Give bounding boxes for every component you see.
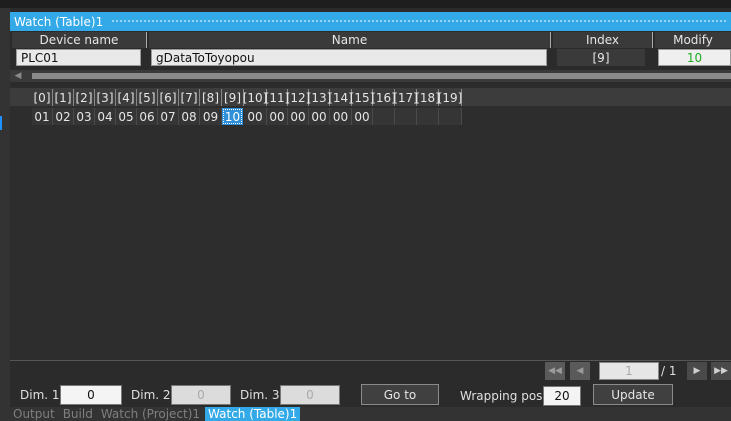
scrollbar-thumb[interactable] (32, 73, 731, 79)
tab-watch-table[interactable]: Watch (Table)1 (205, 407, 301, 421)
array-value-6[interactable]: 07 (158, 108, 179, 125)
left-margin (0, 8, 10, 421)
update-button[interactable]: Update (593, 384, 673, 405)
array-index-13: [13] (306, 89, 332, 106)
array-index-19: [19] (437, 89, 463, 106)
first-page-icon[interactable]: ◀◀ (545, 362, 565, 380)
array-value-1[interactable]: 02 (53, 108, 74, 125)
panel-title-bar[interactable]: Watch (Table)1 (10, 12, 731, 31)
array-index-1: [1] (53, 89, 74, 106)
array-index-8: [8] (200, 89, 222, 106)
array-index-7: [7] (179, 89, 200, 106)
col-name[interactable]: Name (149, 32, 551, 48)
modify-field[interactable]: 10 (658, 49, 731, 66)
array-value-9[interactable]: 10 (222, 108, 243, 125)
array-index-6: [6] (158, 89, 179, 106)
array-value-8[interactable]: 09 (200, 108, 222, 125)
last-page-icon[interactable]: ▶▶ (711, 362, 731, 380)
page-number-input[interactable] (599, 362, 659, 380)
array-value-19[interactable] (439, 108, 462, 125)
index-field: [9] (557, 49, 645, 66)
page-total: / 1 (661, 364, 677, 378)
array-index-16: [16] (371, 89, 396, 106)
top-border (0, 0, 731, 8)
prev-page-icon[interactable]: ◀ (570, 362, 590, 380)
variable-name-field[interactable]: gDataToToyopou (151, 49, 547, 66)
array-index-3: [3] (95, 89, 116, 106)
array-value-18[interactable] (417, 108, 439, 125)
array-value-7[interactable]: 08 (179, 108, 200, 125)
array-value-2[interactable]: 03 (74, 108, 95, 125)
device-name-field[interactable]: PLC01 (16, 49, 141, 66)
next-page-icon[interactable]: ▶ (687, 362, 707, 380)
array-value-4[interactable]: 05 (116, 108, 137, 125)
array-value-13[interactable]: 00 (309, 108, 330, 125)
array-index-15: [15] (349, 89, 375, 106)
tab-output[interactable]: Output (10, 407, 58, 421)
wrapping-pos-input[interactable] (543, 386, 581, 406)
array-index-0: [0] (32, 89, 53, 106)
array-value-5[interactable]: 06 (137, 108, 158, 125)
dim1-input[interactable] (60, 385, 122, 405)
array-index-2: [2] (74, 89, 95, 106)
array-index-5: [5] (137, 89, 158, 106)
array-value-12[interactable]: 00 (288, 108, 309, 125)
dim2-input[interactable] (171, 385, 231, 405)
col-index[interactable]: Index (553, 32, 653, 48)
array-value-3[interactable]: 04 (95, 108, 116, 125)
left-indicator (0, 116, 2, 130)
dim2-label: Dim. 2 (131, 388, 171, 402)
array-value-14[interactable]: 00 (330, 108, 352, 125)
array-value-0[interactable]: 01 (32, 108, 53, 125)
array-value-17[interactable] (395, 108, 417, 125)
tab-watch-project[interactable]: Watch (Project)1 (98, 407, 203, 421)
dim1-label: Dim. 1 (20, 388, 60, 402)
array-index-9: [9] (222, 89, 244, 106)
array-value-11[interactable]: 00 (267, 108, 288, 125)
title-grip (111, 19, 727, 24)
array-value-10[interactable]: 00 (244, 108, 267, 125)
tab-build[interactable]: Build (60, 407, 96, 421)
panel-title: Watch (Table)1 (14, 14, 104, 29)
dim3-input[interactable] (280, 385, 340, 405)
dim3-label: Dim. 3 (240, 388, 280, 402)
col-modify[interactable]: Modify (655, 32, 731, 48)
array-index-17: [17] (393, 89, 418, 106)
array-value-15[interactable]: 00 (352, 108, 373, 125)
bottom-tab-bar: Output Build Watch (Project)1 Watch (Tab… (10, 407, 731, 421)
array-index-18: [18] (415, 89, 440, 106)
array-index-10: [10] (242, 89, 268, 106)
go-to-button[interactable]: Go to (361, 384, 439, 405)
wrapping-pos-label: Wrapping pos. (460, 389, 547, 403)
col-device-name[interactable]: Device name (12, 32, 147, 48)
array-view-pane (10, 86, 731, 360)
array-index-4: [4] (116, 89, 137, 106)
array-index-14: [14] (328, 89, 353, 106)
array-value-16[interactable] (373, 108, 395, 125)
scroll-left-icon[interactable]: ◀ (12, 70, 24, 82)
